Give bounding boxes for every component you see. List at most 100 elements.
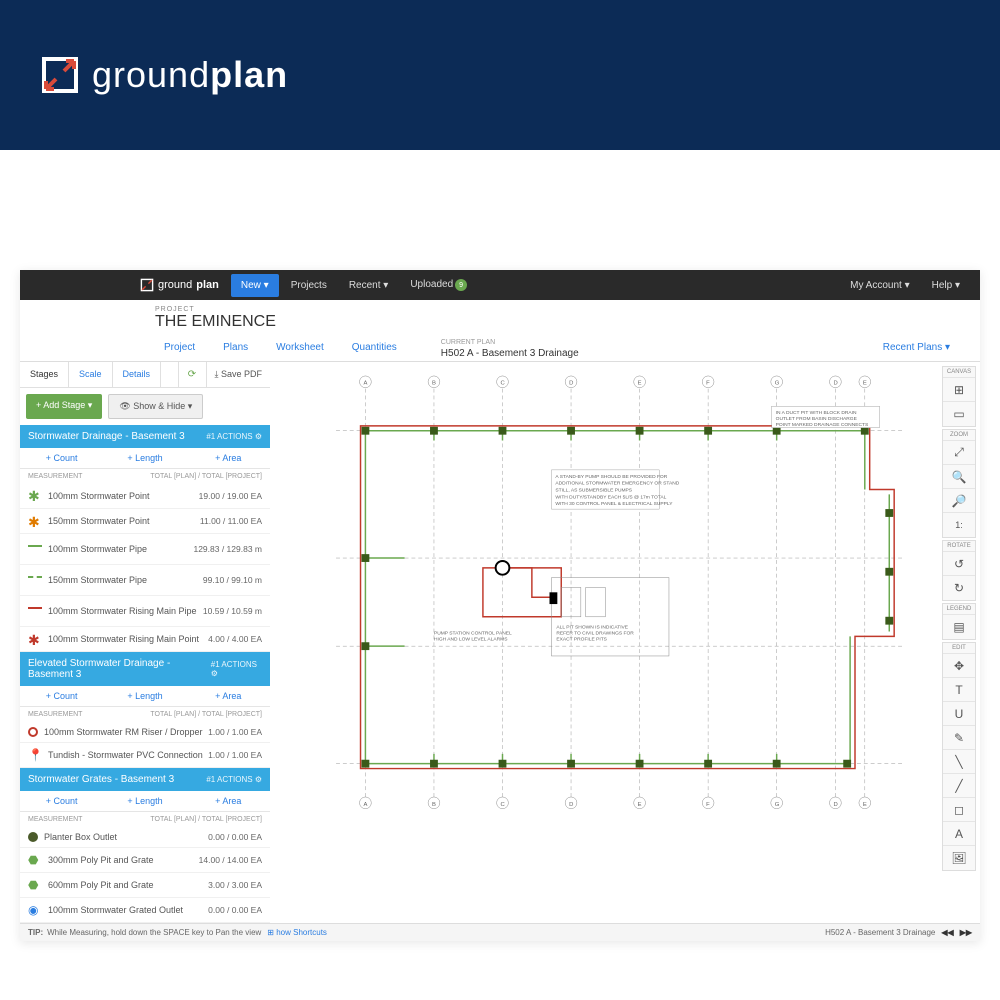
measurement-name: 100mm Stormwater Grated Outlet	[48, 905, 208, 915]
add-stage-button[interactable]: + Add Stage ▾	[26, 394, 102, 419]
measurement-name: 300mm Poly Pit and Grate	[48, 855, 199, 865]
group-subheader: + Count+ Length+ Area	[20, 791, 270, 812]
rotate-cw-icon[interactable]: ↻	[943, 576, 975, 600]
zoom-reset-icon[interactable]: 1:	[943, 513, 975, 537]
measurement-value: 14.00 / 14.00 EA	[199, 855, 262, 865]
rt-canvas-label: CANVAS	[943, 367, 975, 378]
table-head: MEASUREMENTTOTAL [PLAN] / TOTAL [PROJECT…	[20, 707, 270, 722]
measurement-row[interactable]: 150mm Stormwater Pipe99.10 / 99.10 m	[20, 565, 270, 596]
rt-edit-label: EDIT	[943, 643, 975, 654]
rt-legend-label: LEGEND	[943, 604, 975, 615]
tab-project[interactable]: Project	[150, 334, 209, 361]
help-link[interactable]: Help ▾	[922, 274, 970, 297]
svg-text:REFER TO CIVIL DRAWINGS FOR: REFER TO CIVIL DRAWINGS FOR	[556, 630, 634, 636]
svg-text:A: A	[363, 381, 367, 387]
measurement-row[interactable]: 📍Tundish - Stormwater PVC Connection1.00…	[20, 743, 270, 768]
edit-move-icon[interactable]: ✥	[943, 654, 975, 678]
measurement-value: 1.00 / 1.00 EA	[208, 727, 262, 737]
shortcuts-link[interactable]: ⊞ how Shortcuts	[267, 928, 327, 937]
current-plan-name: H502 A - Basement 3 Drainage	[441, 346, 579, 361]
svg-text:G: G	[775, 802, 780, 808]
recent-link[interactable]: Recent ▾	[339, 274, 398, 297]
new-button[interactable]: New ▾	[231, 274, 279, 297]
measurement-row[interactable]: 100mm Stormwater RM Riser / Dropper1.00 …	[20, 722, 270, 743]
side-tab-stages[interactable]: Stages	[20, 362, 69, 387]
zoom-in-icon[interactable]: 🔍	[943, 465, 975, 489]
logo-icon	[40, 55, 80, 95]
next-plan-icon[interactable]: ▶▶	[960, 928, 972, 937]
side-tab-details[interactable]: Details	[113, 362, 162, 387]
measurement-row[interactable]: ✱100mm Stormwater Point19.00 / 19.00 EA	[20, 484, 270, 509]
svg-text:PUMP STATION CONTROL PANEL: PUMP STATION CONTROL PANEL	[434, 630, 512, 636]
uploaded-link[interactable]: Uploaded9	[400, 273, 477, 298]
edit-pencil-icon[interactable]: ✎	[943, 726, 975, 750]
save-pdf-button[interactable]: ⤓ Save PDF	[207, 362, 271, 387]
measurement-symbol	[28, 576, 42, 590]
add-count[interactable]: + Count	[20, 686, 103, 706]
edit-image-icon[interactable]: 🖼	[943, 846, 975, 870]
measurement-name: 100mm Stormwater Rising Main Point	[48, 634, 208, 644]
svg-text:E: E	[638, 381, 642, 387]
topbar-nav: New ▾ Projects Recent ▾ Uploaded9	[231, 273, 477, 298]
measurement-row[interactable]: 100mm Stormwater Pipe129.83 / 129.83 m	[20, 534, 270, 565]
measurement-value: 129.83 / 129.83 m	[193, 544, 262, 554]
measurement-row[interactable]: ✱100mm Stormwater Rising Main Point4.00 …	[20, 627, 270, 652]
group-header[interactable]: Stormwater Drainage - Basement 3#1 ACTIO…	[20, 425, 270, 448]
projects-link[interactable]: Projects	[281, 274, 337, 297]
current-plan-label: CURRENT PLAN	[441, 339, 579, 346]
measurement-symbol: ✱	[28, 514, 42, 528]
add-area[interactable]: + Area	[187, 791, 270, 811]
measurement-symbol: ✱	[28, 632, 42, 646]
show-hide-button[interactable]: 👁 Show & Hide ▾	[108, 394, 203, 419]
measurement-symbol	[28, 545, 42, 559]
measurement-row[interactable]: ⬣600mm Poly Pit and Grate3.00 / 3.00 EA	[20, 873, 270, 898]
measurement-name: Planter Box Outlet	[44, 832, 208, 842]
edit-magnet-icon[interactable]: U	[943, 702, 975, 726]
svg-text:A: A	[363, 802, 367, 808]
legend-toggle-icon[interactable]: ▤	[943, 615, 975, 639]
table-head: MEASUREMENTTOTAL [PLAN] / TOTAL [PROJECT…	[20, 469, 270, 484]
canvas-doc-icon[interactable]: ▭	[943, 402, 975, 426]
measurement-row[interactable]: ⬣300mm Poly Pit and Grate14.00 / 14.00 E…	[20, 848, 270, 873]
canvas-grid-icon[interactable]: ⊞	[943, 378, 975, 402]
edit-shape-icon[interactable]: ◻	[943, 798, 975, 822]
my-account-link[interactable]: My Account ▾	[840, 274, 920, 297]
side-tab-scale[interactable]: Scale	[69, 362, 113, 387]
measurement-name: Tundish - Stormwater PVC Connection	[48, 750, 208, 760]
add-area[interactable]: + Area	[187, 448, 270, 468]
recent-plans-link[interactable]: Recent Plans ▾	[883, 342, 950, 353]
edit-line-icon[interactable]: ╲	[943, 750, 975, 774]
group-header[interactable]: Stormwater Grates - Basement 3#1 ACTIONS…	[20, 768, 270, 791]
measurement-name: 150mm Stormwater Pipe	[48, 575, 203, 585]
svg-text:E: E	[638, 802, 642, 808]
zoom-out-icon[interactable]: 🔎	[943, 489, 975, 513]
measurement-row[interactable]: ◉100mm Stormwater Grated Outlet0.00 / 0.…	[20, 898, 270, 923]
add-count[interactable]: + Count	[20, 448, 103, 468]
canvas-area[interactable]: A B C D E F G D E	[270, 362, 980, 872]
measurement-name: 100mm Stormwater Rising Main Pipe	[48, 606, 203, 616]
edit-ruler-icon[interactable]: ╱	[943, 774, 975, 798]
add-area[interactable]: + Area	[187, 686, 270, 706]
add-count[interactable]: + Count	[20, 791, 103, 811]
measurement-row[interactable]: 100mm Stormwater Rising Main Pipe10.59 /…	[20, 596, 270, 627]
rotate-ccw-icon[interactable]: ↺	[943, 552, 975, 576]
add-length[interactable]: + Length	[103, 448, 186, 468]
group-header[interactable]: Elevated Stormwater Drainage - Basement …	[20, 652, 270, 686]
refresh-icon[interactable]: ⟳	[179, 362, 207, 387]
floor-plan[interactable]: A B C D E F G D E	[300, 372, 940, 842]
project-label: PROJECT	[155, 306, 845, 313]
add-length[interactable]: + Length	[103, 791, 186, 811]
edit-label-icon[interactable]: A	[943, 822, 975, 846]
add-length[interactable]: + Length	[103, 686, 186, 706]
tab-quantities[interactable]: Quantities	[338, 334, 411, 361]
edit-text-icon[interactable]: T	[943, 678, 975, 702]
measurement-row[interactable]: ✱150mm Stormwater Point11.00 / 11.00 EA	[20, 509, 270, 534]
svg-text:WITH DUTY/STANDBY EACH 5L/S @: WITH DUTY/STANDBY EACH 5L/S @ 17m TOTAL	[555, 494, 666, 500]
svg-text:B: B	[432, 802, 436, 808]
measurement-row[interactable]: Planter Box Outlet0.00 / 0.00 EA	[20, 827, 270, 848]
zoom-fit-icon[interactable]: ⤢	[943, 441, 975, 465]
tab-worksheet[interactable]: Worksheet	[262, 334, 338, 361]
svg-text:IN A DUCT PIT WITH BLOCK DRAIN: IN A DUCT PIT WITH BLOCK DRAIN	[776, 410, 857, 416]
prev-plan-icon[interactable]: ◀◀	[941, 928, 953, 937]
tab-plans[interactable]: Plans	[209, 334, 262, 361]
